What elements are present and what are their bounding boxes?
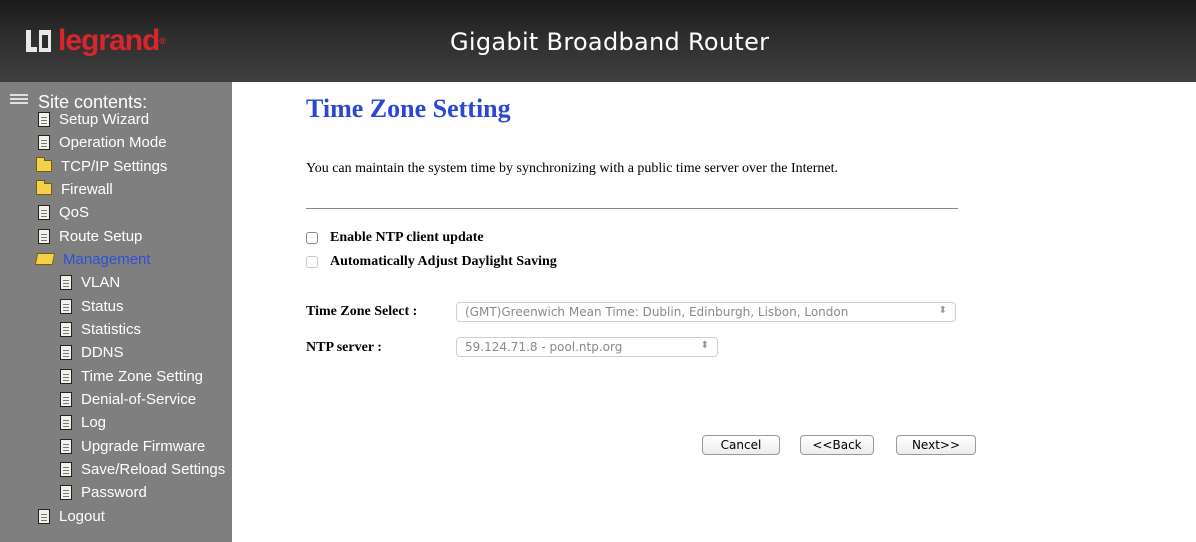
sidebar-item-logout[interactable]: Logout <box>38 506 105 526</box>
timezone-label: Time Zone Select : <box>306 304 418 319</box>
sidebar-item-label: Operation Mode <box>59 133 167 151</box>
folder-icon <box>36 180 52 195</box>
sidebar-item-operation-mode[interactable]: Operation Mode <box>38 132 167 152</box>
sidebar-item-label: Setup Wizard <box>59 110 150 128</box>
sidebar-item-label: Time Zone Setting <box>81 367 203 385</box>
cancel-button[interactable]: Cancel <box>702 435 780 455</box>
sidebar-item-vlan[interactable]: VLAN <box>60 272 120 292</box>
sidebar-item-label: Firewall <box>61 180 113 198</box>
document-icon <box>38 508 50 524</box>
sidebar-item-route-setup[interactable]: Route Setup <box>38 226 142 246</box>
document-icon <box>60 461 72 477</box>
sidebar-item-label: Upgrade Firmware <box>81 437 206 455</box>
enable-ntp-checkbox[interactable] <box>306 232 318 244</box>
sidebar: Site contents: Setup Wizard Operation Mo… <box>0 82 232 542</box>
next-button[interactable]: Next>> <box>896 435 976 455</box>
sidebar-item-label: Status <box>81 297 124 315</box>
sidebar-item-qos[interactable]: QoS <box>38 202 89 222</box>
sidebar-item-label: Denial-of-Service <box>81 390 197 408</box>
document-icon <box>38 228 50 244</box>
divider <box>306 208 958 209</box>
header-title: Gigabit Broadband Router <box>450 28 770 56</box>
timezone-select[interactable]: (GMT)Greenwich Mean Time: Dublin, Edinbu… <box>456 302 956 322</box>
select-arrows-icon: ⬍ <box>700 340 709 351</box>
sidebar-item-label: DDNS <box>81 343 124 361</box>
page-description: You can maintain the system time by sync… <box>306 161 839 176</box>
document-icon <box>60 484 72 500</box>
document-icon <box>38 111 50 127</box>
sidebar-item-upgrade-firmware[interactable]: Upgrade Firmware <box>60 436 205 456</box>
document-icon <box>60 344 72 360</box>
folder-open-icon <box>34 253 56 265</box>
sidebar-item-firewall[interactable]: Firewall <box>36 179 113 199</box>
document-icon <box>38 204 50 220</box>
legrand-logo-mark <box>26 28 52 54</box>
ntp-server-select-value: 59.124.71.8 - pool.ntp.org <box>465 340 623 354</box>
enable-ntp-label: Enable NTP client update <box>330 230 484 245</box>
sidebar-item-label: Save/Reload Settings <box>81 460 226 478</box>
document-icon <box>60 391 72 407</box>
sidebar-item-label: Log <box>81 413 107 431</box>
ntp-server-select[interactable]: 59.124.71.8 - pool.ntp.org ⬍ <box>456 337 718 357</box>
daylight-saving-label: Automatically Adjust Daylight Saving <box>330 254 557 269</box>
sidebar-item-label: Password <box>81 483 147 501</box>
back-button[interactable]: <<Back <box>800 435 874 455</box>
enable-ntp-row: Enable NTP client update <box>306 230 484 246</box>
document-icon <box>60 438 72 454</box>
daylight-saving-checkbox[interactable] <box>306 256 318 268</box>
list-icon <box>10 93 28 106</box>
sidebar-item-setup-wizard[interactable]: Setup Wizard <box>38 109 149 129</box>
document-icon <box>60 274 72 290</box>
sidebar-item-log[interactable]: Log <box>60 412 106 432</box>
header-bar: legrand® Gigabit Broadband Router <box>0 0 1196 82</box>
main-content: Time Zone Setting You can maintain the s… <box>232 82 1196 542</box>
document-icon <box>60 321 72 337</box>
sidebar-item-password[interactable]: Password <box>60 482 147 502</box>
timezone-select-value: (GMT)Greenwich Mean Time: Dublin, Edinbu… <box>465 305 849 319</box>
sidebar-item-label: Logout <box>59 507 105 525</box>
daylight-saving-row: Automatically Adjust Daylight Saving <box>306 254 557 270</box>
ntp-server-label: NTP server : <box>306 340 382 355</box>
document-icon <box>60 368 72 384</box>
sidebar-item-tcpip-settings[interactable]: TCP/IP Settings <box>36 156 167 176</box>
document-icon <box>60 298 72 314</box>
sidebar-item-label: Management <box>63 250 151 268</box>
sidebar-item-label: QoS <box>59 203 90 221</box>
legrand-logo: legrand® <box>26 24 166 57</box>
folder-icon <box>36 157 52 172</box>
sidebar-item-ddns[interactable]: DDNS <box>60 342 124 362</box>
logo-text: legrand® <box>58 24 166 57</box>
sidebar-item-label: Route Setup <box>59 227 143 245</box>
sidebar-item-status[interactable]: Status <box>60 296 124 316</box>
select-arrows-icon: ⬍ <box>938 305 947 316</box>
sidebar-item-label: Statistics <box>81 320 142 338</box>
sidebar-item-time-zone-setting[interactable]: Time Zone Setting <box>60 366 203 386</box>
document-icon <box>60 414 72 430</box>
sidebar-item-label: TCP/IP Settings <box>61 157 168 175</box>
sidebar-item-management[interactable]: Management <box>34 249 151 269</box>
sidebar-item-label: VLAN <box>81 273 121 291</box>
document-icon <box>38 134 50 150</box>
sidebar-item-denial-of-service[interactable]: Denial-of-Service <box>60 389 196 409</box>
sidebar-item-statistics[interactable]: Statistics <box>60 319 141 339</box>
sidebar-item-save-reload-settings[interactable]: Save/Reload Settings <box>60 459 225 479</box>
page-title: Time Zone Setting <box>306 94 511 123</box>
